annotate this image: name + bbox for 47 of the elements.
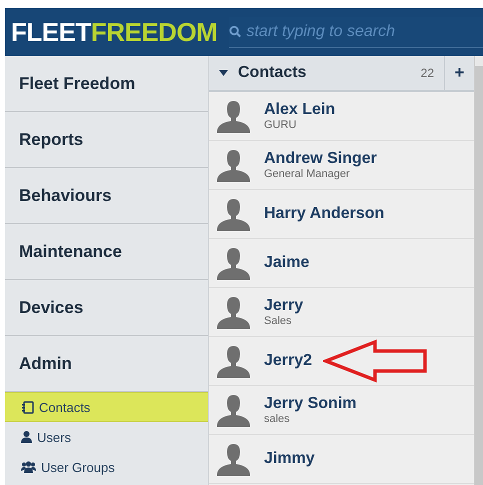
caret-icon (219, 70, 228, 76)
contact-row[interactable]: Jaime (209, 239, 474, 288)
contact-row[interactable]: Jimmy (209, 435, 474, 484)
search-icon (229, 25, 242, 38)
contact-row[interactable]: Alex Lein GURU (209, 92, 474, 141)
contact-row[interactable]: Jerry Sales (209, 288, 474, 337)
person-icon (217, 246, 250, 280)
sidebar-item[interactable]: Users (5, 422, 208, 452)
contact-role: General Manager (264, 168, 351, 180)
contact-role: GURU (264, 119, 298, 131)
contact-name: Andrew Singer (264, 150, 377, 168)
contacts-toggle[interactable]: Contacts (209, 64, 421, 82)
contact-name: Jerry2 (264, 352, 312, 370)
person-icon (217, 442, 250, 476)
contact-row[interactable]: Jerry Sonim sales (209, 386, 474, 435)
scrollbar[interactable] (474, 56, 483, 485)
person-icon (217, 344, 250, 378)
person-icon (217, 296, 250, 328)
contact-row[interactable]: Harry Anderson (209, 190, 474, 239)
contact-name: Harry Anderson (264, 205, 384, 223)
logo-text: FLEET (11, 16, 91, 48)
search-input[interactable]: start typing to search (246, 18, 483, 46)
person-icon (217, 148, 250, 182)
users-icon (21, 461, 36, 473)
contact-name: Alex Lein (264, 101, 336, 119)
person-icon (217, 198, 250, 230)
sidebar-item[interactable]: User Groups (5, 452, 208, 482)
sidebar-section[interactable]: Maintenance (5, 224, 208, 280)
sidebar-section[interactable]: Devices (5, 280, 208, 336)
address-book-icon (21, 400, 34, 414)
user-icon (21, 431, 32, 443)
contact-name: Jimmy (264, 450, 315, 468)
person-icon (217, 394, 250, 426)
person-icon (217, 100, 250, 132)
contact-name: Jerry Sonim (264, 395, 356, 413)
contact-name: Jerry (264, 297, 304, 315)
contact-row[interactable]: Jerry2 (209, 337, 474, 386)
sidebar-section[interactable]: Behaviours (5, 168, 208, 224)
logo-text: FREEDOM (90, 16, 218, 48)
sidebar-section[interactable]: Fleet Freedom (5, 56, 208, 112)
sidebar-section[interactable]: Reports (5, 112, 208, 168)
contact-role: sales (264, 413, 291, 425)
contact-row[interactable]: Andrew Singer General Manager (209, 141, 474, 190)
contact-count: 22 (420, 66, 435, 80)
sidebar-item[interactable]: Contacts (5, 392, 208, 422)
contact-name: Jaime (264, 254, 310, 272)
contact-role: Sales (264, 315, 293, 327)
